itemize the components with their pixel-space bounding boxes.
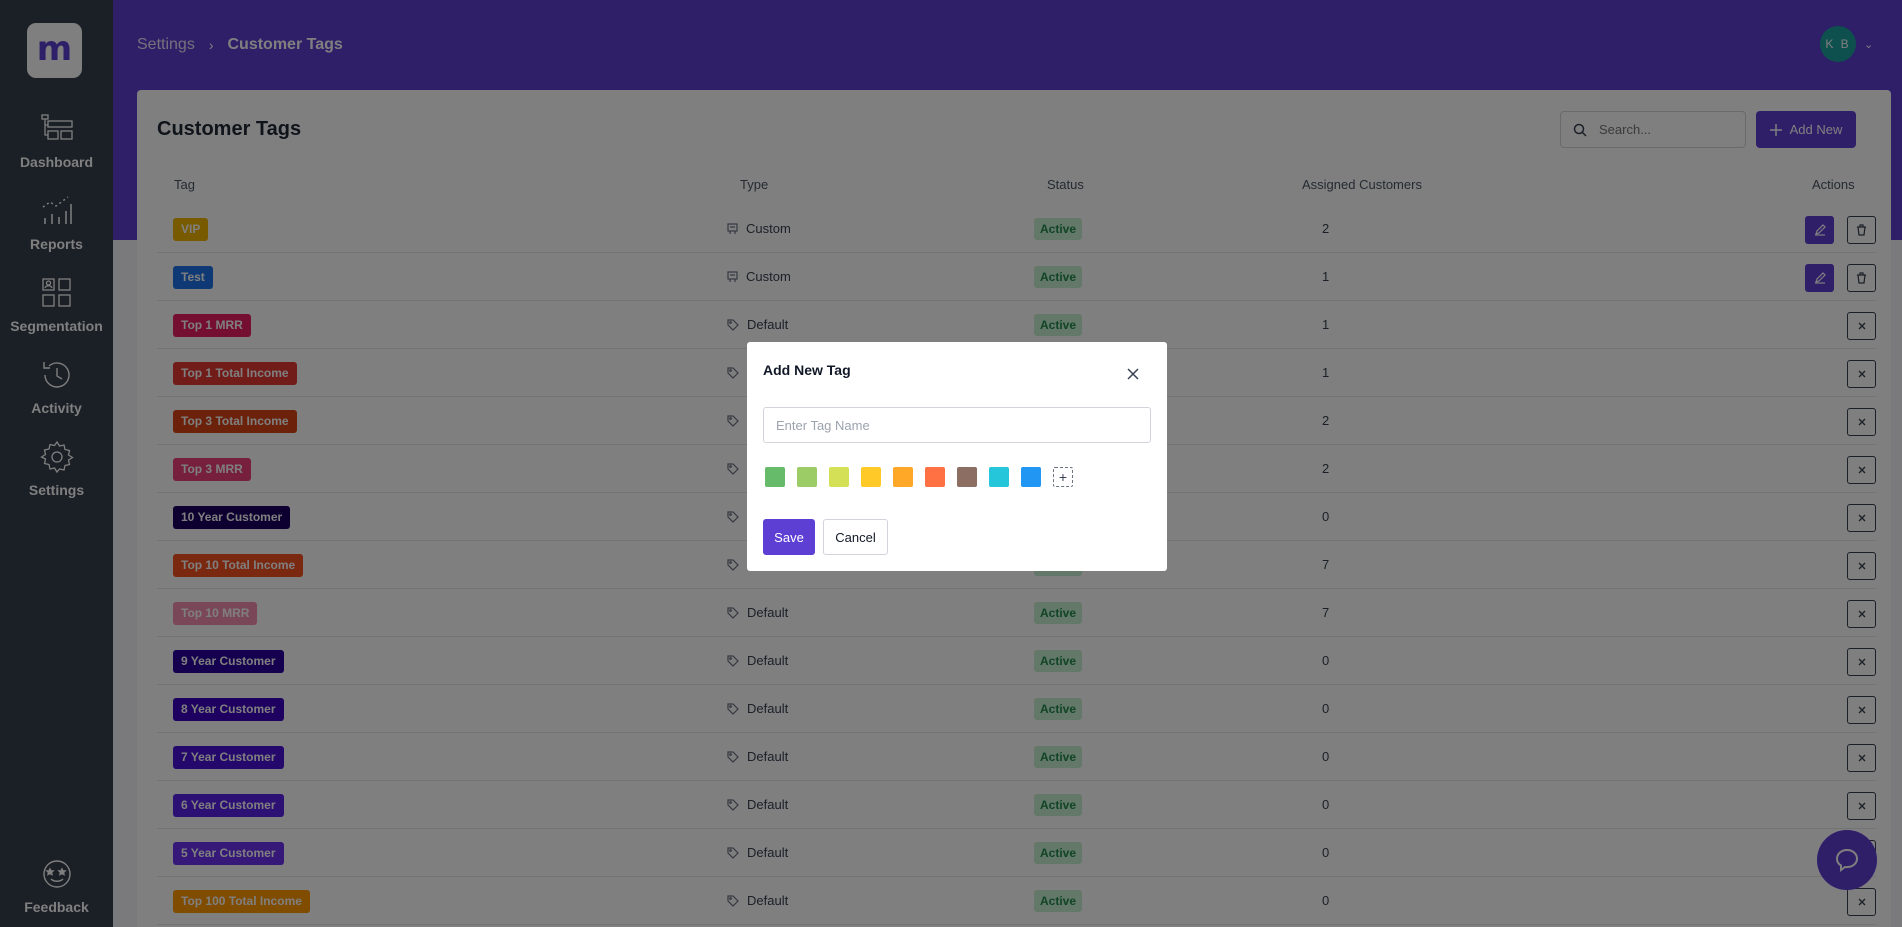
close-icon[interactable] [1125,366,1141,382]
cancel-button[interactable]: Cancel [823,519,888,555]
color-swatches: + [765,467,1073,487]
modal-title: Add New Tag [763,362,851,378]
color-swatch[interactable] [1021,467,1041,487]
color-swatch[interactable] [989,467,1009,487]
add-color-button[interactable]: + [1053,467,1073,487]
color-swatch[interactable] [925,467,945,487]
chat-launcher[interactable] [1817,830,1877,890]
save-button[interactable]: Save [763,519,815,555]
chat-dim [1817,830,1877,890]
add-tag-modal: Add New Tag + Save Cancel [747,342,1167,571]
color-swatch[interactable] [797,467,817,487]
color-swatch[interactable] [957,467,977,487]
color-swatch[interactable] [829,467,849,487]
tag-name-input[interactable] [763,407,1151,443]
color-swatch[interactable] [765,467,785,487]
color-swatch[interactable] [893,467,913,487]
color-swatch[interactable] [861,467,881,487]
